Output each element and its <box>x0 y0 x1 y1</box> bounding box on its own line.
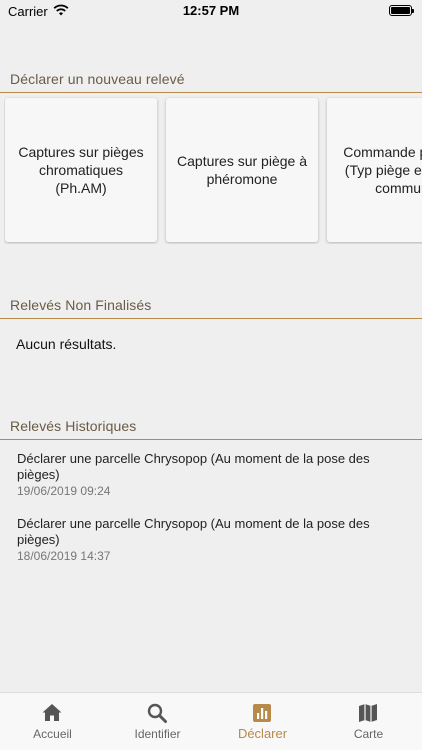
declaration-cards-row[interactable]: Captures sur pièges chromatiques (Ph.AM)… <box>4 96 422 244</box>
map-icon <box>359 704 377 722</box>
status-bar: Carrier 12:57 PM <box>0 0 422 24</box>
card-label: Captures sur piège à phéromone <box>177 153 307 187</box>
tab-identifier[interactable]: Identifier <box>105 693 210 750</box>
history-item[interactable]: Déclarer une parcelle Chrysopop (Au mome… <box>17 451 407 499</box>
tab-label: Déclarer <box>237 726 288 741</box>
tab-label: Carte <box>353 727 384 741</box>
section-title-history: Relevés Historiques <box>10 418 137 434</box>
section-header-history: Relevés Historiques <box>0 418 422 440</box>
history-item-title: Déclarer une parcelle Chrysopop (Au mome… <box>17 516 370 547</box>
history-item-title: Déclarer une parcelle Chrysopop (Au mome… <box>17 451 370 482</box>
history-item[interactable]: Déclarer une parcelle Chrysopop (Au mome… <box>17 516 407 564</box>
card-trap-order[interactable]: Commande pièges (Typ piège envoyé commun <box>327 98 422 242</box>
section-header-unfinished: Relevés Non Finalisés <box>0 297 422 319</box>
tab-bar: Accueil Identifier Déclarer Carte <box>0 692 422 750</box>
tab-label: Identifier <box>134 727 181 741</box>
home-icon <box>42 704 62 721</box>
tab-label: Accueil <box>33 727 72 741</box>
status-time: 12:57 PM <box>182 3 240 18</box>
card-label: Captures sur pièges chromatiques (Ph.AM) <box>18 144 144 196</box>
section-header-new: Déclarer un nouveau relevé <box>0 71 422 93</box>
section-title-new: Déclarer un nouveau relevé <box>10 71 185 87</box>
card-chromatic-traps[interactable]: Captures sur pièges chromatiques (Ph.AM) <box>5 98 157 242</box>
unfinished-empty-message: Aucun résultats. <box>16 336 117 352</box>
search-icon <box>147 703 167 723</box>
card-label: Commande pièges (Typ piège envoyé commun <box>343 144 422 196</box>
history-item-date: 18/06/2019 14:37 <box>17 549 111 563</box>
section-title-unfinished: Relevés Non Finalisés <box>10 297 152 313</box>
battery-icon <box>389 5 414 16</box>
history-item-date: 19/06/2019 09:24 <box>17 484 111 498</box>
tab-carte[interactable]: Carte <box>316 693 421 750</box>
tab-declarer[interactable]: Déclarer <box>210 693 315 750</box>
chart-icon <box>253 704 271 722</box>
tab-accueil[interactable]: Accueil <box>0 693 105 750</box>
card-pheromone-trap[interactable]: Captures sur piège à phéromone <box>166 98 318 242</box>
